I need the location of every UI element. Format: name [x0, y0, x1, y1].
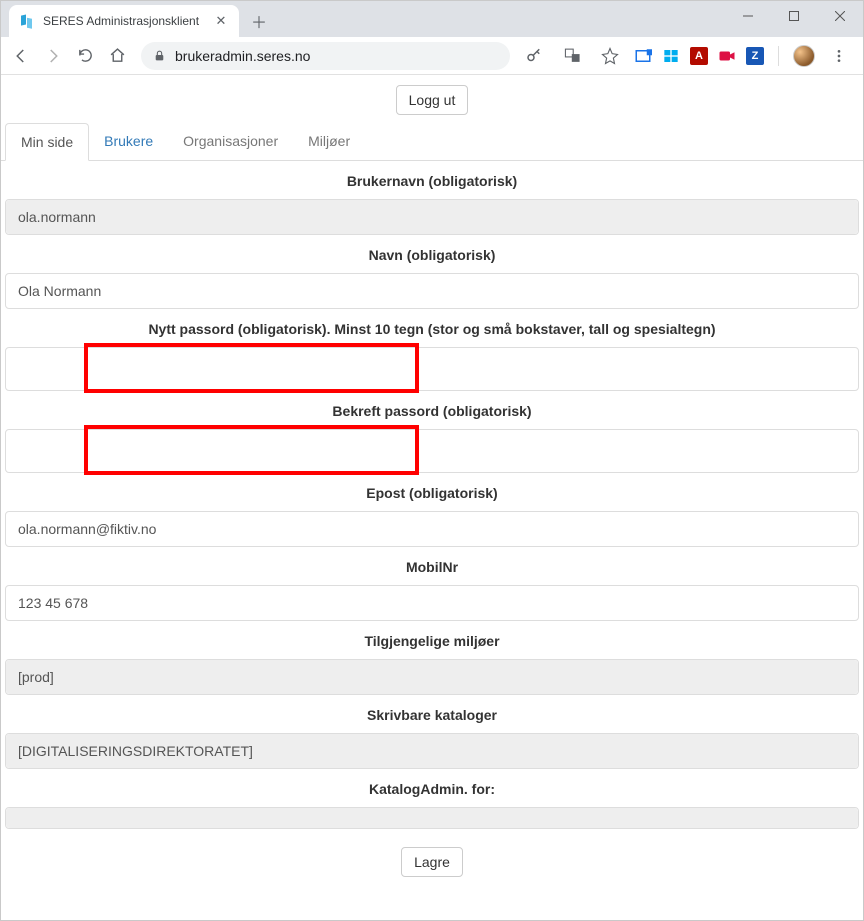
mobile-row: [5, 585, 859, 621]
catalogadmin-label: KatalogAdmin. for:: [1, 769, 863, 807]
titlebar: SERES Administrasjonsklient ✕ ＋: [1, 1, 863, 37]
tab-brukere[interactable]: Brukere: [89, 123, 168, 160]
newpass-label: Nytt passord (obligatorisk). Minst 10 te…: [1, 309, 863, 347]
save-button[interactable]: Lagre: [401, 847, 463, 877]
browser-tab[interactable]: SERES Administrasjonsklient ✕: [9, 5, 239, 37]
toolbar-actions: A Z: [520, 42, 857, 70]
menu-icon[interactable]: [825, 42, 853, 70]
extension-adobe-icon[interactable]: A: [690, 47, 708, 65]
email-label: Epost (obligatorisk): [1, 473, 863, 511]
browser-toolbar: brukeradmin.seres.no A Z: [1, 37, 863, 75]
tab-miljoer[interactable]: Miljøer: [293, 123, 365, 160]
home-button[interactable]: [103, 42, 131, 70]
new-password-input[interactable]: [6, 348, 858, 390]
catalogs-value: [DIGITALISERINGSDIREKTORATET]: [6, 734, 858, 768]
username-label: Brukernavn (obligatorisk): [1, 161, 863, 199]
email-row: [5, 511, 859, 547]
nav-tabs: Min side Brukere Organisasjoner Miljøer: [1, 123, 863, 161]
tab-organisasjoner[interactable]: Organisasjoner: [168, 123, 293, 160]
env-label: Tilgjengelige miljøer: [1, 621, 863, 659]
extension-icon-1[interactable]: [634, 47, 652, 65]
reload-button[interactable]: [71, 42, 99, 70]
catalogadmin-value: [6, 808, 858, 828]
username-row: ola.normann: [5, 199, 859, 235]
env-value: [prod]: [6, 660, 858, 694]
browser-tab-title: SERES Administrasjonsklient: [43, 14, 205, 28]
window-maximize-icon[interactable]: [771, 1, 817, 31]
confirm-password-input[interactable]: [6, 430, 858, 472]
page-content: Logg ut Min side Brukere Organisasjoner …: [1, 75, 863, 920]
logout-button[interactable]: Logg ut: [396, 85, 469, 115]
newpass-row: [5, 347, 859, 391]
key-icon[interactable]: [520, 42, 548, 70]
catalogs-label: Skrivbare kataloger: [1, 695, 863, 733]
tab-min-side[interactable]: Min side: [5, 123, 89, 161]
extension-z-icon[interactable]: Z: [746, 47, 764, 65]
extension-windows-icon[interactable]: [662, 47, 680, 65]
star-icon[interactable]: [596, 42, 624, 70]
window-minimize-icon[interactable]: [725, 1, 771, 31]
mobile-input[interactable]: [6, 586, 858, 620]
browser-window: SERES Administrasjonsklient ✕ ＋ brukerad…: [0, 0, 864, 921]
username-value: ola.normann: [6, 200, 858, 234]
catalogs-row: [DIGITALISERINGSDIREKTORATET]: [5, 733, 859, 769]
url-text: brukeradmin.seres.no: [175, 48, 310, 64]
address-bar[interactable]: brukeradmin.seres.no: [141, 42, 510, 70]
translate-icon[interactable]: [558, 42, 586, 70]
name-row: [5, 273, 859, 309]
name-input[interactable]: [6, 274, 858, 308]
window-close-icon[interactable]: [817, 1, 863, 31]
window-controls: [725, 1, 863, 31]
name-label: Navn (obligatorisk): [1, 235, 863, 273]
profile-avatar[interactable]: [793, 45, 815, 67]
site-favicon: [19, 13, 35, 29]
extension-video-icon[interactable]: [718, 47, 736, 65]
user-form: Brukernavn (obligatorisk) ola.normann Na…: [1, 161, 863, 895]
confirmpass-row: [5, 429, 859, 473]
lock-icon: [153, 49, 167, 63]
tab-close-icon[interactable]: ✕: [213, 13, 229, 29]
toolbar-divider: [778, 46, 779, 66]
back-button[interactable]: [7, 42, 35, 70]
email-input[interactable]: [6, 512, 858, 546]
forward-button[interactable]: [39, 42, 67, 70]
new-tab-button[interactable]: ＋: [245, 7, 273, 35]
env-row: [prod]: [5, 659, 859, 695]
catalogadmin-row: [5, 807, 859, 829]
confirmpass-label: Bekreft passord (obligatorisk): [1, 391, 863, 429]
mobile-label: MobilNr: [1, 547, 863, 585]
